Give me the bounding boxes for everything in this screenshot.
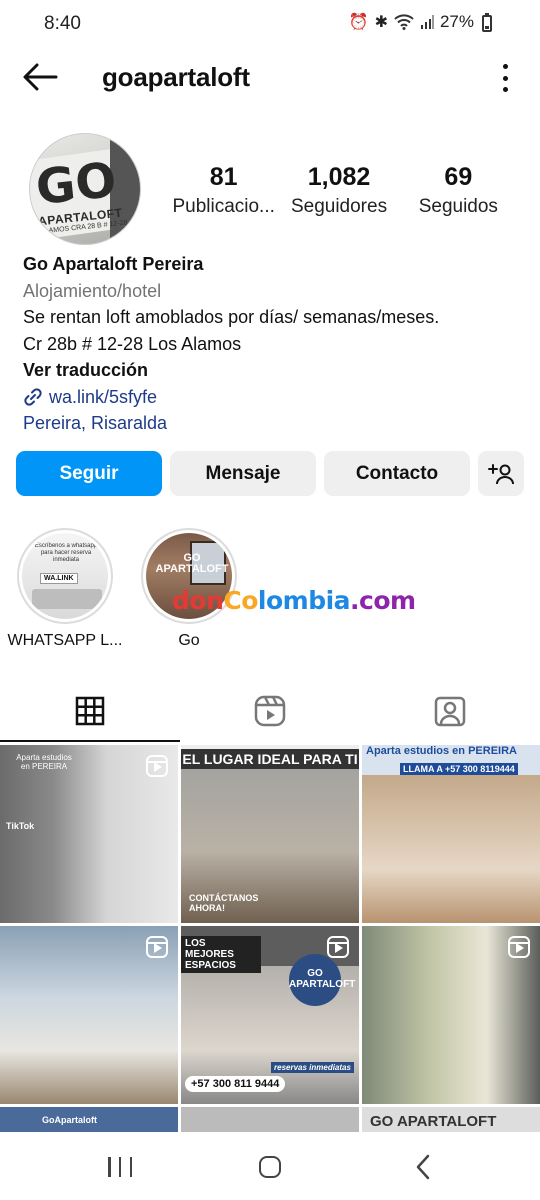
bio-line-2: Cr 28b # 12-28 Los Alamos	[23, 333, 242, 354]
post-thumbnail[interactable]: EL LUGAR IDEAL PARA TI CONTÁCTANOS AHORA…	[181, 745, 359, 923]
highlight-thumb-badge: WA.LINK	[40, 573, 78, 584]
bio-line-1: Se rentan loft amoblados por días/ seman…	[23, 307, 440, 327]
profile-display-name: Go Apartaloft Pereira	[23, 254, 204, 274]
stat-posts-label: Publicacio...	[172, 196, 275, 217]
profile-category: Alojamiento/hotel	[23, 280, 162, 301]
profile-avatar[interactable]: GO APARTALOFT ALAMOS CRA 28 B # 12-28	[29, 133, 141, 245]
post-thumbnail[interactable]	[362, 926, 540, 1104]
battery-icon	[482, 13, 492, 32]
profile-tabs	[0, 680, 540, 742]
reel-icon	[327, 936, 349, 958]
more-options-icon[interactable]	[500, 64, 510, 92]
profile-location[interactable]: Pereira, Risaralda	[23, 410, 523, 437]
highlight-label: Go	[178, 632, 200, 649]
status-time: 8:40	[44, 13, 81, 34]
add-person-icon	[488, 463, 514, 484]
highlight-thumb-text: GO APARTALOFT	[155, 552, 229, 575]
profile-username: goapartaloft	[102, 62, 250, 92]
highlight-label: WHATSAPP L...	[7, 632, 123, 649]
stat-following-value: 69	[444, 163, 473, 191]
watermark: donColombia.com	[172, 586, 416, 615]
reel-icon	[146, 936, 168, 958]
posts-grid: Aparta estudios en PEREIRA TikTok EL LUG…	[0, 745, 540, 1145]
battery-percent: 27%	[439, 12, 474, 31]
wifi-icon	[394, 14, 414, 30]
reel-icon	[146, 755, 168, 777]
bio-website-text: wa.link/5sfyfe	[49, 386, 158, 407]
tab-reels[interactable]	[180, 680, 360, 742]
post-thumbnail[interactable]: Aparta estudios en PEREIRA LLAMA A +57 3…	[362, 745, 540, 923]
highlight-whatsapp[interactable]: Escríbenos a whatsapp para hacer reserva…	[0, 528, 130, 650]
system-nav-bar	[0, 1132, 540, 1200]
nav-back-icon[interactable]	[412, 1154, 436, 1180]
profile-bio: Go Apartaloft Pereira Alojamiento/hotel …	[23, 251, 523, 437]
post-thumbnail[interactable]: Aparta estudios en PEREIRA TikTok	[0, 745, 178, 923]
message-button[interactable]: Mensaje	[170, 451, 316, 496]
profile-actions: Seguir Mensaje Contacto	[16, 451, 524, 496]
follow-button[interactable]: Seguir	[16, 451, 162, 496]
see-translation-link[interactable]: Ver traducción	[23, 357, 523, 384]
profile-stats: 81 Publicacio... 1,082 Seguidores 69 Seg…	[168, 162, 518, 218]
reel-icon	[508, 936, 530, 958]
recents-icon[interactable]	[108, 1157, 132, 1177]
highlight-thumb-text: Escríbenos a whatsapp para hacer reserva…	[34, 543, 98, 563]
signal-icon	[420, 15, 434, 29]
stat-followers-value: 1,082	[307, 163, 371, 191]
post-thumbnail[interactable]	[0, 926, 178, 1104]
home-icon[interactable]	[259, 1156, 281, 1178]
tab-grid[interactable]	[0, 680, 180, 742]
post-thumbnail[interactable]: LOS MEJORES ESPACIOS GO APARTALOFT reser…	[181, 926, 359, 1104]
stat-following-label: Seguidos	[418, 196, 498, 217]
highlight-thumbnail: Escríbenos a whatsapp para hacer reserva…	[22, 533, 108, 619]
reels-icon	[254, 695, 286, 727]
stat-following[interactable]: 69 Seguidos	[399, 162, 518, 218]
tab-tagged[interactable]	[360, 680, 540, 742]
grid-icon	[75, 696, 105, 726]
status-bar: 8:40 ⏰ ✱ 27%	[0, 0, 540, 48]
stat-posts[interactable]: 81 Publicacio...	[168, 162, 279, 218]
tagged-person-icon	[434, 696, 466, 727]
suggested-users-button[interactable]	[478, 451, 524, 496]
profile-header: goapartaloft	[0, 50, 540, 106]
status-icons: ⏰ ✱ 27%	[349, 12, 490, 32]
stat-followers[interactable]: 1,082 Seguidores	[279, 162, 398, 218]
stat-posts-value: 81	[209, 163, 238, 191]
bluetooth-icon: ✱	[374, 14, 388, 31]
alarm-icon: ⏰	[348, 14, 369, 31]
bio-website-link[interactable]: wa.link/5sfyfe	[23, 384, 523, 411]
stat-followers-label: Seguidores	[290, 196, 388, 217]
contact-button[interactable]: Contacto	[324, 451, 470, 496]
back-arrow-icon[interactable]	[22, 62, 58, 92]
link-icon	[24, 388, 42, 406]
